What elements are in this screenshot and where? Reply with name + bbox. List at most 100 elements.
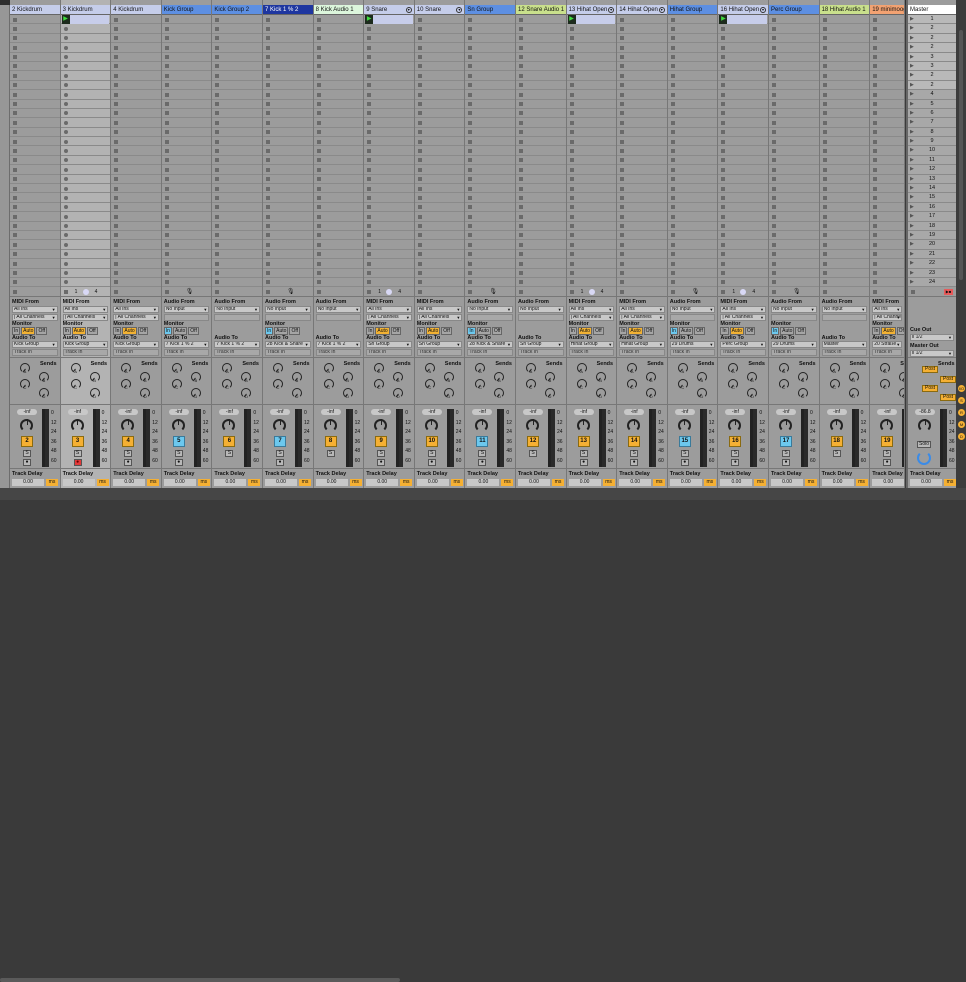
- ms-toggle[interactable]: ms: [197, 479, 210, 486]
- track-activator-button[interactable]: 14: [628, 436, 641, 447]
- volume-display[interactable]: -inf: [573, 409, 594, 415]
- fold-icon[interactable]: ▾: [405, 7, 412, 13]
- volume-display[interactable]: -inf: [523, 409, 543, 415]
- track-activator-button[interactable]: 7: [274, 436, 286, 447]
- clip-slot[interactable]: [161, 165, 212, 175]
- stop-slot-icon[interactable]: [367, 271, 372, 276]
- clip-slot[interactable]: [313, 137, 364, 147]
- clip-slot[interactable]: [718, 259, 768, 269]
- volume-display[interactable]: -inf: [421, 409, 442, 415]
- solo-button[interactable]: S: [23, 450, 31, 457]
- input-source-select[interactable]: All Ins: [872, 306, 903, 313]
- clip-slot[interactable]: [819, 100, 870, 109]
- stop-slot-icon[interactable]: [316, 252, 321, 257]
- clip-slot[interactable]: [313, 109, 364, 119]
- clip-slot[interactable]: [667, 175, 718, 185]
- fold-icon[interactable]: ▾: [456, 7, 463, 13]
- monitor-off-button[interactable]: Off: [643, 327, 655, 335]
- send-b-knob[interactable]: B: [545, 372, 555, 383]
- scene-launch-12[interactable]: ▶ 7: [908, 118, 956, 128]
- clip-slot[interactable]: [819, 250, 870, 260]
- pan-knob[interactable]: [121, 419, 135, 432]
- stop-slot-icon[interactable]: [670, 158, 675, 163]
- solo-button[interactable]: S: [529, 450, 537, 457]
- clip-slot[interactable]: [313, 100, 364, 109]
- clip-slot[interactable]: [465, 193, 515, 203]
- clip-slot[interactable]: [516, 137, 566, 147]
- stop-slot-icon[interactable]: [620, 26, 625, 31]
- monitor-off-button[interactable]: Off: [694, 327, 705, 335]
- stop-slot-icon[interactable]: [367, 242, 372, 247]
- clip-slot[interactable]: [414, 118, 465, 128]
- stop-slot-icon[interactable]: [468, 233, 473, 238]
- stop-slot-icon[interactable]: [620, 64, 625, 69]
- track-activator-button[interactable]: 4: [122, 436, 135, 447]
- send-c-knob[interactable]: C: [222, 379, 233, 390]
- record-slot-icon[interactable]: [63, 233, 68, 238]
- scene-launch-6[interactable]: ▶ 3: [908, 61, 956, 72]
- stop-slot-icon[interactable]: [367, 102, 372, 107]
- stop-slot-icon[interactable]: [569, 177, 574, 182]
- clip-slot[interactable]: [667, 137, 718, 147]
- stop-slot-icon[interactable]: [164, 55, 169, 60]
- stop-slot-icon[interactable]: [620, 148, 625, 153]
- clip-slot[interactable]: [10, 250, 60, 260]
- stop-slot-icon[interactable]: [316, 158, 321, 163]
- stop-slot-icon[interactable]: [13, 177, 17, 182]
- output-select[interactable]: Kick Group: [12, 341, 58, 348]
- pan-knob[interactable]: [475, 419, 489, 432]
- clip-slot[interactable]: [161, 175, 212, 185]
- clip-slot[interactable]: [60, 278, 111, 287]
- stop-slot-icon[interactable]: [569, 167, 574, 172]
- send-b-knob[interactable]: B: [443, 372, 454, 383]
- clip-slot[interactable]: [465, 53, 515, 62]
- monitor-off-button[interactable]: Off: [744, 327, 756, 335]
- output-select[interactable]: Sn Group: [416, 341, 463, 348]
- stop-slot-icon[interactable]: [316, 195, 321, 200]
- stop-slot-icon[interactable]: [417, 45, 422, 50]
- stop-slot-icon[interactable]: [569, 130, 574, 135]
- stop-slot-icon[interactable]: [772, 92, 776, 97]
- clip-slot[interactable]: [212, 128, 262, 138]
- stop-slot-icon[interactable]: [569, 280, 574, 285]
- monitor-auto-button[interactable]: Auto: [122, 327, 137, 335]
- stop-slot-icon[interactable]: [316, 148, 321, 153]
- clip-slot[interactable]: [364, 137, 414, 147]
- stop-slot-icon[interactable]: [873, 26, 878, 31]
- stop-slot-icon[interactable]: [519, 139, 523, 144]
- clip-slot[interactable]: [718, 269, 768, 278]
- clip-slot[interactable]: [769, 259, 819, 269]
- send-c-knob[interactable]: C: [171, 379, 182, 390]
- stop-slot-icon[interactable]: [215, 242, 220, 247]
- clip-slot[interactable]: [161, 81, 212, 91]
- clip-slot[interactable]: [10, 71, 60, 81]
- clip-slot[interactable]: [516, 193, 566, 203]
- clip-slot[interactable]: [465, 203, 515, 213]
- scene-launch-21[interactable]: ▶ 16: [908, 202, 956, 213]
- stop-slot-icon[interactable]: [620, 195, 625, 200]
- stop-slot-icon[interactable]: [316, 186, 321, 191]
- clip-slot[interactable]: [263, 128, 313, 138]
- stop-slot-icon[interactable]: [670, 205, 675, 210]
- clip-slot[interactable]: [819, 212, 870, 222]
- scene-play-icon[interactable]: ▶: [910, 269, 914, 278]
- stop-slot-icon[interactable]: [367, 139, 372, 144]
- clip-slot[interactable]: [212, 100, 262, 109]
- stop-slot-icon[interactable]: [822, 158, 827, 163]
- input-source-select[interactable]: All Ins: [366, 306, 412, 313]
- input-channel-select[interactable]: | All Channels: [12, 314, 58, 321]
- stop-slot-icon[interactable]: [772, 148, 776, 153]
- stop-slot-icon[interactable]: [620, 224, 625, 229]
- clip-slot[interactable]: [566, 250, 617, 260]
- clip-slot[interactable]: [10, 156, 60, 166]
- stop-slot-icon[interactable]: [721, 224, 726, 229]
- clip-slot[interactable]: [718, 278, 768, 287]
- stop-slot-icon[interactable]: [164, 261, 169, 266]
- send-d-knob[interactable]: D: [494, 388, 505, 399]
- scene-play-icon[interactable]: ▶: [910, 146, 914, 155]
- clip-slot[interactable]: [769, 34, 819, 44]
- send-a-knob[interactable]: A: [829, 363, 840, 374]
- send-d-knob[interactable]: D: [140, 388, 151, 399]
- stop-slot-icon[interactable]: [13, 36, 17, 41]
- track-header[interactable]: 10 Snare ▾: [414, 5, 465, 15]
